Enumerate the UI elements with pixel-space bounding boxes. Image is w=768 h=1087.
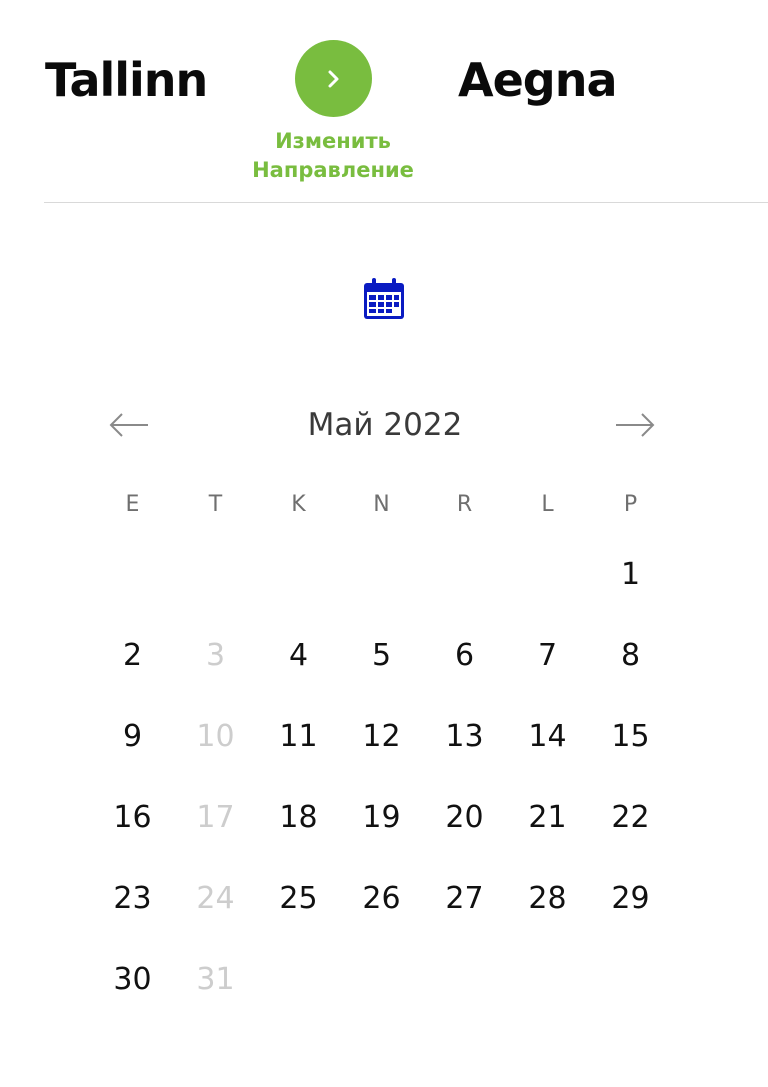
empty-day-cell [340, 950, 423, 1021]
day-cell[interactable]: 28 [506, 869, 589, 940]
day-cell[interactable]: 11 [257, 707, 340, 778]
day-cell[interactable]: 14 [506, 707, 589, 778]
empty-day-cell [174, 545, 257, 616]
empty-day-cell [506, 545, 589, 616]
weekday-label: R [456, 492, 473, 517]
day-cell[interactable]: 15 [589, 707, 672, 778]
destination-city[interactable]: Aegna [458, 50, 618, 110]
day-cell[interactable]: 19 [340, 788, 423, 859]
day-cell[interactable]: 18 [257, 788, 340, 859]
day-cell[interactable]: 4 [257, 626, 340, 697]
day-cell[interactable]: 23 [91, 869, 174, 940]
day-cell[interactable]: 22 [589, 788, 672, 859]
booking-page: Tallinn Изменить Направление Aegna Май 2… [0, 0, 768, 1087]
swap-label-line1: Изменить [275, 129, 391, 153]
empty-day-cell [423, 545, 506, 616]
day-cell[interactable]: 27 [423, 869, 506, 940]
weekday-label: L [541, 492, 554, 517]
chevron-right-icon [328, 70, 339, 87]
arrow-right-icon [616, 413, 655, 437]
month-navigation: Май 2022 [90, 395, 680, 455]
day-cell[interactable]: 12 [340, 707, 423, 778]
day-cell[interactable]: 20 [423, 788, 506, 859]
day-cell-disabled: 3 [205, 638, 226, 673]
swap-direction-label[interactable]: Изменить Направление [243, 127, 423, 185]
calendar-week-row: 1 [91, 535, 672, 616]
empty-day-cell [589, 950, 672, 1021]
calendar-grid: ETKNRLP 1 2 3 4 5 6 7 8 9 10 11 12 13 14 15 16 17 18 19 20 2… [91, 475, 672, 1021]
empty-day-cell [257, 545, 340, 616]
header-divider [44, 202, 768, 203]
day-cell-disabled: 24 [196, 881, 235, 916]
day-cell[interactable]: 16 [91, 788, 174, 859]
day-cell[interactable]: 8 [589, 626, 672, 697]
swap-direction-control[interactable]: Изменить Направление [243, 40, 423, 185]
empty-day-cell [423, 950, 506, 1021]
month-label: Май 2022 [307, 407, 463, 443]
day-cell[interactable]: 21 [506, 788, 589, 859]
calendar-week-row: 30 31 [91, 940, 672, 1021]
weekday-label: P [623, 492, 638, 517]
weekday-label: K [291, 492, 306, 517]
empty-day-cell [506, 950, 589, 1021]
day-cell[interactable]: 30 [91, 950, 174, 1021]
calendar-icon[interactable] [362, 277, 406, 321]
day-cell-disabled: 31 [196, 962, 235, 997]
day-cell[interactable]: 26 [340, 869, 423, 940]
route-header: Tallinn Изменить Направление Aegna [0, 0, 768, 203]
day-cell[interactable]: 25 [257, 869, 340, 940]
calendar-week-row: 16 17 18 19 20 21 22 [91, 778, 672, 859]
swap-direction-button[interactable] [294, 40, 372, 117]
calendar-week-row: 2345678 [91, 616, 672, 697]
day-cell[interactable]: 1 [589, 545, 672, 616]
day-cell[interactable]: 13 [423, 707, 506, 778]
day-cell-disabled: 17 [196, 800, 235, 835]
calendar-weeks: 1 2 3 4 5 6 7 8 9 10 11 12 13 14 15 16 17 18 19 20 21 22 23 24 2… [91, 535, 672, 1021]
day-cell[interactable]: 2 [91, 626, 174, 697]
weekday-label: T [208, 492, 223, 517]
day-cell-disabled: 10 [196, 719, 235, 754]
calendar-week-row: 23 24 25 26 27 28 29 [91, 859, 672, 940]
day-cell[interactable]: 9 [91, 707, 174, 778]
empty-day-cell [257, 950, 340, 1021]
weekday-header-row: ETKNRLP [91, 475, 672, 535]
day-cell[interactable]: 5 [340, 626, 423, 697]
day-cell[interactable]: 7 [506, 626, 589, 697]
swap-label-line2: Направление [252, 158, 414, 182]
day-cell[interactable]: 6 [423, 626, 506, 697]
day-cell[interactable]: 29 [589, 869, 672, 940]
weekday-label: N [373, 492, 390, 517]
empty-day-cell [340, 545, 423, 616]
origin-city[interactable]: Tallinn [45, 50, 208, 110]
weekday-label: E [125, 492, 140, 517]
calendar-week-row: 9 10 11 12 13 14 15 [91, 697, 672, 778]
next-month-button[interactable] [612, 403, 656, 447]
empty-day-cell [91, 545, 174, 616]
